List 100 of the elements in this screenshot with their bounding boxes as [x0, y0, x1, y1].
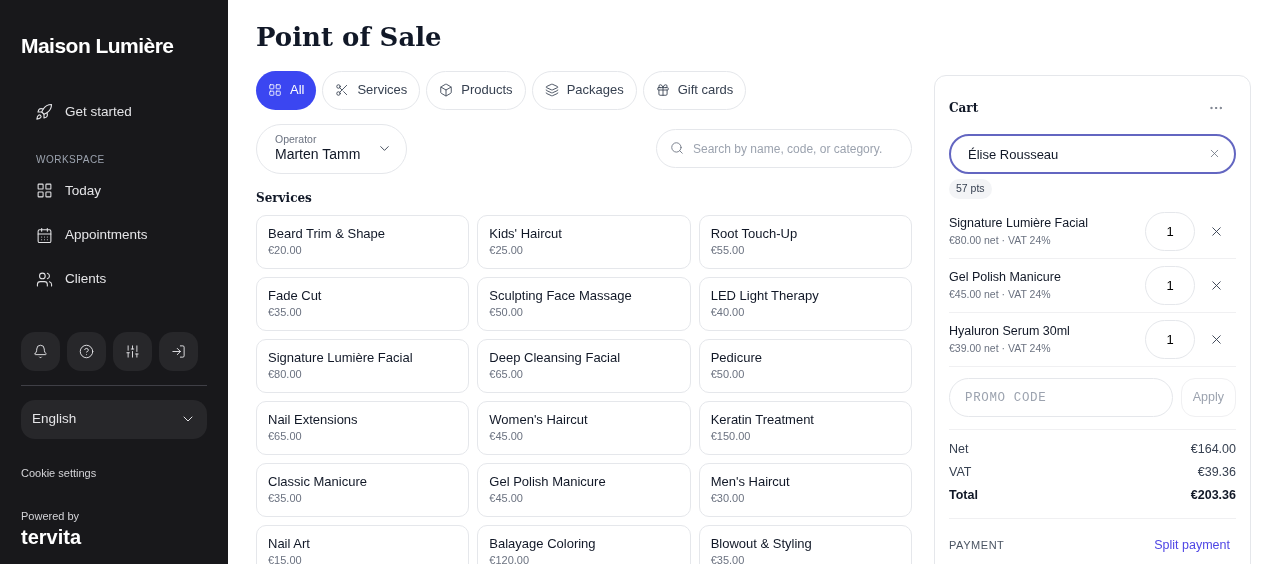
- service-name: Balayage Coloring: [489, 535, 596, 552]
- clear-icon[interactable]: [1208, 147, 1221, 160]
- service-price: €15.00: [268, 553, 302, 564]
- service-price: €50.00: [710, 367, 745, 382]
- service-price: €45.00: [489, 491, 523, 506]
- search-field[interactable]: Search by name, code, or category.: [656, 129, 912, 168]
- service-card[interactable]: Women's Haircut €45.00: [477, 400, 691, 455]
- service-card[interactable]: LED Light Therapy €40.00: [698, 276, 912, 331]
- logout-icon: [171, 343, 186, 359]
- split-payment-link[interactable]: Split payment: [1154, 536, 1230, 555]
- total-label: VAT: [949, 463, 972, 481]
- total-label: Net: [949, 441, 969, 458]
- service-card[interactable]: Root Touch-Up €55.00: [698, 214, 912, 269]
- points-badge: 57 pts: [949, 179, 992, 199]
- service-card[interactable]: Kids' Haircut €25.00: [477, 214, 691, 269]
- service-price: €35.00: [268, 305, 302, 320]
- service-card[interactable]: Men's Haircut €30.00: [698, 462, 912, 517]
- powered-by-label: Powered by: [21, 509, 81, 524]
- service-card[interactable]: Blowout & Styling €35.00: [698, 524, 912, 564]
- total-value: €203.36: [1190, 486, 1236, 504]
- cart-item-detail: €80.00 net · VAT 24%: [949, 233, 1052, 247]
- client-field[interactable]: Élise Rousseau: [949, 134, 1236, 174]
- sliders-icon: [125, 343, 140, 359]
- service-price: €30.00: [710, 491, 745, 506]
- close-icon: [1209, 224, 1224, 239]
- remove-item-button[interactable]: [1209, 224, 1224, 239]
- service-price: €120.00: [489, 553, 530, 564]
- service-price: €20.00: [268, 243, 302, 258]
- service-price: €40.00: [710, 305, 745, 320]
- total-label: Total: [949, 486, 978, 504]
- bell-icon: [33, 343, 48, 359]
- payment-heading: PAYMENT: [949, 538, 1005, 554]
- service-price: €45.00: [489, 429, 523, 444]
- service-card[interactable]: Pedicure €50.00: [698, 338, 912, 393]
- service-name: Men's Haircut: [710, 473, 790, 490]
- service-name: Pedicure: [710, 349, 762, 366]
- service-price: €35.00: [268, 491, 302, 506]
- operator-value: Marten Tamm: [275, 146, 361, 164]
- notifications-button[interactable]: [21, 331, 60, 371]
- rocket-icon: [35, 102, 53, 121]
- service-name: Beard Trim & Shape: [268, 225, 386, 242]
- help-button[interactable]: [67, 331, 106, 371]
- cart-title: Cart: [949, 100, 979, 117]
- quantity-field[interactable]: 1: [1145, 320, 1195, 359]
- total-value: €164.00: [1190, 441, 1236, 458]
- nav-item[interactable]: Get started: [21, 101, 207, 122]
- close-icon: [1209, 332, 1224, 347]
- remove-item-button[interactable]: [1209, 278, 1224, 293]
- layers-icon: [544, 83, 559, 97]
- service-price: €55.00: [710, 243, 745, 258]
- service-price: €50.00: [489, 305, 523, 320]
- service-card[interactable]: Beard Trim & Shape €20.00: [256, 214, 470, 269]
- cube-icon: [439, 83, 454, 97]
- service-card[interactable]: Fade Cut €35.00: [256, 276, 470, 331]
- nav-item[interactable]: Clients: [21, 269, 207, 290]
- adjustments-button[interactable]: [113, 331, 152, 371]
- service-card[interactable]: Sculpting Face Massage €50.00: [477, 276, 691, 331]
- cookie-settings-link[interactable]: Cookie settings: [21, 464, 207, 481]
- nav-item[interactable]: Today: [21, 180, 207, 201]
- service-card[interactable]: Signature Lumière Facial €80.00: [256, 338, 470, 393]
- grid-icon: [268, 83, 282, 97]
- service-name: Fade Cut: [268, 287, 322, 304]
- help-icon: [79, 343, 94, 359]
- category-tab[interactable]: All: [256, 70, 317, 110]
- service-name: Nail Art: [268, 535, 310, 552]
- service-card[interactable]: Nail Art €15.00: [256, 524, 470, 564]
- service-card[interactable]: Nail Extensions €65.00: [256, 400, 470, 455]
- service-price: €65.00: [268, 429, 302, 444]
- service-card[interactable]: Keratin Treatment €150.00: [698, 400, 912, 455]
- service-name: Deep Cleansing Facial: [489, 349, 621, 366]
- quantity-field[interactable]: 1: [1145, 212, 1195, 251]
- service-name: Keratin Treatment: [710, 411, 814, 428]
- service-card[interactable]: Gel Polish Manicure €45.00: [477, 462, 691, 517]
- service-price: €25.00: [489, 243, 523, 258]
- service-name: Kids' Haircut: [489, 225, 562, 242]
- cart-item-name: Hyaluron Serum 30ml: [949, 324, 1071, 340]
- brand-logo: Maison Lumière: [21, 33, 175, 59]
- close-icon: [1209, 278, 1224, 293]
- service-name: Classic Manicure: [268, 473, 367, 490]
- cart-item-detail: €45.00 net · VAT 24%: [949, 287, 1052, 301]
- service-price: €65.00: [489, 367, 523, 382]
- remove-item-button[interactable]: [1209, 332, 1224, 347]
- service-price: €80.00: [268, 367, 302, 382]
- operator-select[interactable]: Operator Marten Tamm: [256, 123, 407, 174]
- scissors-icon: [335, 83, 350, 97]
- service-name: Blowout & Styling: [710, 535, 812, 552]
- service-name: Sculpting Face Massage: [489, 287, 632, 304]
- users-icon: [36, 270, 53, 288]
- section-heading: Services: [256, 189, 313, 207]
- nav-item[interactable]: Appointments: [21, 225, 207, 246]
- service-card[interactable]: Deep Cleansing Facial €65.00: [477, 338, 691, 393]
- quantity-field[interactable]: 1: [1145, 266, 1195, 305]
- logout-button[interactable]: [159, 331, 198, 371]
- promo-code-field[interactable]: PROMO CODE: [949, 378, 1173, 417]
- grid-icon: [36, 182, 53, 200]
- cart-item-name: Gel Polish Manicure: [949, 270, 1062, 286]
- service-card[interactable]: Classic Manicure €35.00: [256, 462, 470, 517]
- cart-item-name: Signature Lumière Facial: [949, 216, 1089, 232]
- language-select[interactable]: English: [21, 399, 207, 439]
- service-card[interactable]: Balayage Coloring €120.00: [477, 524, 691, 564]
